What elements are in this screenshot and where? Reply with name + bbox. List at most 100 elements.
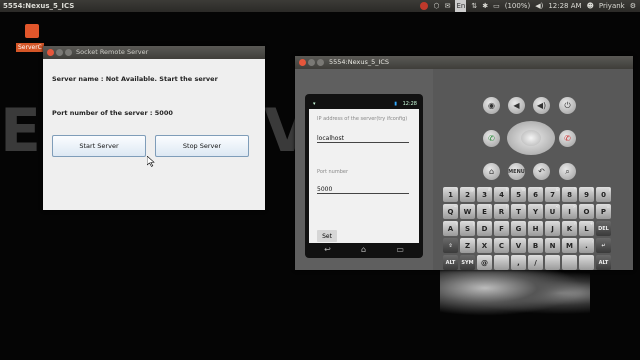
- network-icon[interactable]: ⇅: [471, 0, 477, 12]
- window-titlebar[interactable]: Socket Remote Server: [43, 46, 265, 59]
- keyboard-key[interactable]: D /: [477, 221, 492, 236]
- key-label: 8: [567, 190, 572, 199]
- keyboard-key[interactable]: 2 @: [460, 187, 475, 202]
- clock[interactable]: 12:28 AM: [548, 0, 581, 12]
- home-icon[interactable]: ⌂: [361, 245, 366, 254]
- volume-icon[interactable]: ◀): [535, 0, 543, 12]
- keyboard-row: ALT SYM @, / ALT: [443, 255, 611, 270]
- call-icon[interactable]: ✆: [483, 130, 500, 147]
- keyboard-row: A \ S | D / F ' G: H; J ` K? L + DEL: [443, 221, 611, 236]
- keyboard-key[interactable]: T[: [511, 204, 526, 219]
- keyboard-key[interactable]: ↵: [596, 238, 611, 253]
- keyboard-key[interactable]: H;: [528, 221, 543, 236]
- dpad-center[interactable]: [521, 130, 541, 146]
- keyboard-key[interactable]: 1!: [443, 187, 458, 202]
- port-number-input[interactable]: 5000: [317, 186, 409, 194]
- keyboard-key[interactable]: ALT: [443, 255, 458, 270]
- settings-gear-icon[interactable]: ⚙: [630, 0, 636, 12]
- keyboard-key[interactable]: O-: [579, 204, 594, 219]
- back-icon[interactable]: ↩: [324, 245, 331, 254]
- keyboard-key[interactable]: @: [477, 255, 492, 270]
- ip-address-input[interactable]: localhost: [317, 135, 409, 143]
- keyboard-key[interactable]: 7 &: [545, 187, 560, 202]
- minimize-icon[interactable]: [56, 49, 63, 56]
- key-label: W: [463, 207, 472, 216]
- bluetooth-icon[interactable]: ✱: [482, 0, 488, 12]
- key-alt-label: ": [472, 204, 474, 209]
- keyboard-key[interactable]: F ': [494, 221, 509, 236]
- key-label: @: [481, 258, 488, 267]
- close-icon[interactable]: [47, 49, 54, 56]
- keyboard-key[interactable]: [494, 255, 509, 270]
- keyboard-key[interactable]: W ": [460, 204, 475, 219]
- close-icon[interactable]: [299, 59, 306, 66]
- keyboard-key[interactable]: M: [562, 238, 577, 253]
- keyboard-key[interactable]: 8 *: [562, 187, 577, 202]
- keyboard-key[interactable]: C: [494, 238, 509, 253]
- record-icon[interactable]: [420, 2, 429, 10]
- dropbox-icon[interactable]: ⬡: [433, 0, 439, 12]
- dpad[interactable]: [507, 121, 555, 155]
- desktop-icon-serverc[interactable]: ServerC: [16, 22, 46, 52]
- keyboard-key[interactable]: 5%: [511, 187, 526, 202]
- keyboard-layout-indicator[interactable]: En: [455, 0, 467, 12]
- emulator-titlebar[interactable]: 5554:Nexus_5_ICS: [295, 56, 633, 69]
- key-label: .: [585, 241, 588, 250]
- keyboard-key[interactable]: A \: [443, 221, 458, 236]
- user-name[interactable]: Priyank: [599, 0, 625, 12]
- recents-icon[interactable]: ▭: [396, 245, 404, 254]
- maximize-icon[interactable]: [317, 59, 324, 66]
- key-label: P: [600, 207, 607, 216]
- power-icon[interactable]: ⏻: [559, 97, 576, 114]
- keyboard-row: ⇧ Z X C V B N M., ↵: [443, 238, 611, 253]
- camera-icon[interactable]: ◉: [483, 97, 500, 114]
- start-server-button[interactable]: Start Server: [52, 135, 146, 157]
- keyboard-key[interactable]: [579, 255, 594, 270]
- keyboard-key[interactable]: /: [528, 255, 543, 270]
- keyboard-key[interactable]: S |: [460, 221, 475, 236]
- device-screen[interactable]: ▾ ▮ 12:28 IP address of the server(try i…: [309, 100, 419, 243]
- battery-percentage: (100%): [504, 2, 531, 10]
- battery-icon[interactable]: ▭: [493, 0, 500, 12]
- set-button[interactable]: Set: [317, 230, 337, 242]
- keyboard-key[interactable]: R}: [494, 204, 509, 219]
- keyboard-key[interactable]: 0): [596, 187, 611, 202]
- keyboard-key[interactable]: DEL: [596, 221, 611, 236]
- port-number-label: Port number of the server : 5000: [52, 109, 173, 117]
- keyboard-key[interactable]: 4 $: [494, 187, 509, 202]
- keyboard-key[interactable]: SYM: [460, 255, 475, 270]
- keyboard-key[interactable]: U <: [545, 204, 560, 219]
- keyboard-key[interactable]: ⇧: [443, 238, 458, 253]
- end-call-icon[interactable]: ✆: [559, 130, 576, 147]
- keyboard-key[interactable]: ,: [511, 255, 526, 270]
- keyboard-key[interactable]: J `: [545, 221, 560, 236]
- keyboard-key[interactable]: P =: [596, 204, 611, 219]
- keyboard-key[interactable]: Q ~: [443, 204, 458, 219]
- keyboard-key[interactable]: [562, 255, 577, 270]
- keyboard-key[interactable]: V: [511, 238, 526, 253]
- keyboard-key[interactable]: .,: [579, 238, 594, 253]
- key-label: O: [583, 207, 590, 216]
- volume-up-icon[interactable]: ◀): [533, 97, 550, 114]
- keyboard-key[interactable]: N: [545, 238, 560, 253]
- stop-server-button[interactable]: Stop Server: [155, 135, 249, 157]
- mail-icon[interactable]: ✉: [445, 0, 451, 12]
- keyboard-key[interactable]: 6 ^: [528, 187, 543, 202]
- keyboard-key[interactable]: L +: [579, 221, 594, 236]
- key-label: R: [498, 207, 505, 216]
- keyboard-key[interactable]: [545, 255, 560, 270]
- keyboard-key[interactable]: ALT: [596, 255, 611, 270]
- keyboard-key[interactable]: X: [477, 238, 492, 253]
- keyboard-key[interactable]: I >: [562, 204, 577, 219]
- keyboard-key[interactable]: 3 #: [477, 187, 492, 202]
- keyboard-key[interactable]: E{: [477, 204, 492, 219]
- keyboard-key[interactable]: Z: [460, 238, 475, 253]
- keyboard-key[interactable]: K?: [562, 221, 577, 236]
- volume-down-icon[interactable]: ◀: [508, 97, 525, 114]
- maximize-icon[interactable]: [65, 49, 72, 56]
- keyboard-key[interactable]: 9(: [579, 187, 594, 202]
- keyboard-key[interactable]: Y]: [528, 204, 543, 219]
- keyboard-key[interactable]: G:: [511, 221, 526, 236]
- minimize-icon[interactable]: [308, 59, 315, 66]
- keyboard-key[interactable]: B: [528, 238, 543, 253]
